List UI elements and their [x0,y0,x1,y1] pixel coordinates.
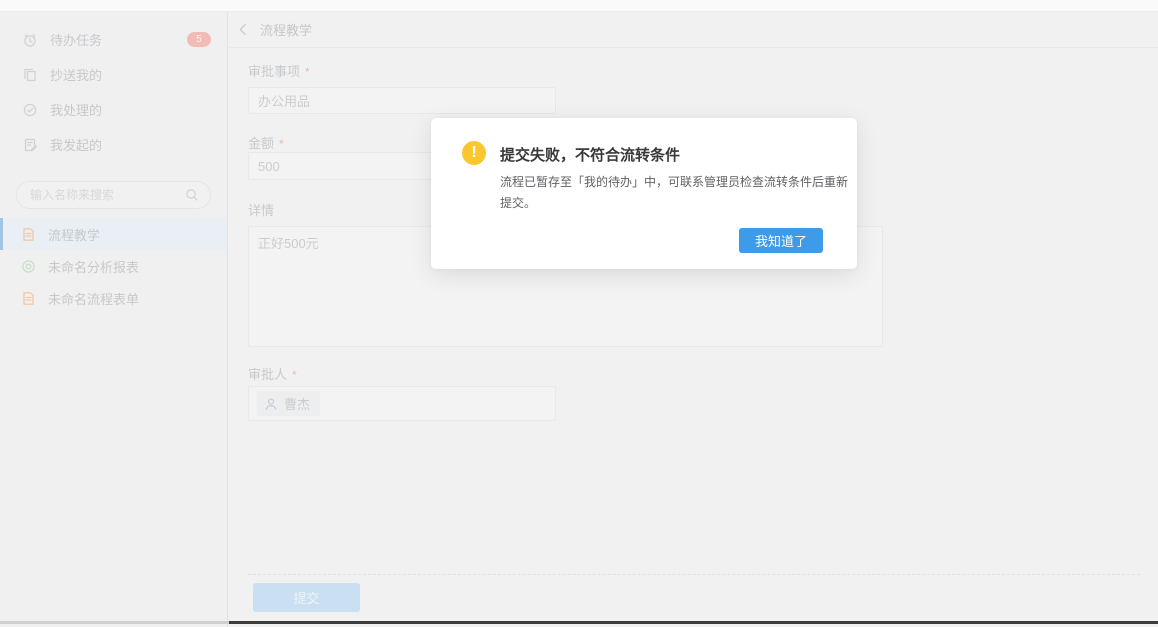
modal-overlay[interactable] [0,0,1158,627]
submit-failed-dialog: ! 提交失败，不符合流转条件 流程已暂存至「我的待办」中，可联系管理员检查流转条… [431,118,857,269]
dialog-title: 提交失败，不符合流转条件 [500,144,680,165]
dialog-confirm-button[interactable]: 我知道了 [739,228,823,253]
dialog-message: 流程已暂存至「我的待办」中，可联系管理员检查流转条件后重新提交。 [500,172,858,214]
warning-icon: ! [462,141,486,165]
